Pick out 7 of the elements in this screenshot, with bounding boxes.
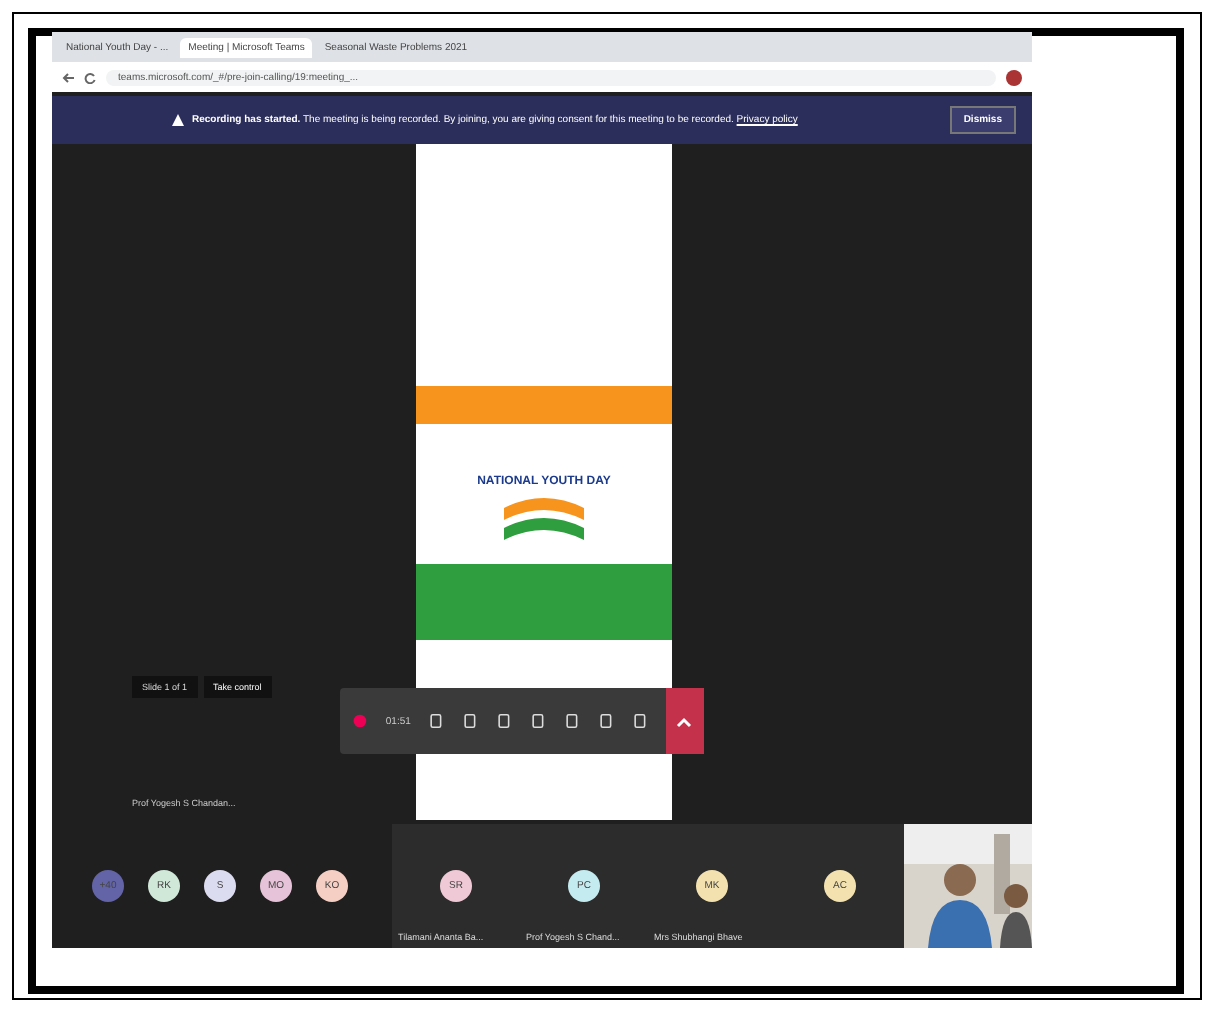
reload-icon[interactable] (84, 71, 96, 83)
back-icon[interactable] (62, 71, 74, 83)
hang-up-button[interactable] (665, 688, 704, 754)
profile-icon[interactable] (1006, 67, 1022, 87)
chevron-icon (676, 715, 693, 727)
record-icon (352, 712, 368, 730)
warning-icon (172, 114, 184, 126)
